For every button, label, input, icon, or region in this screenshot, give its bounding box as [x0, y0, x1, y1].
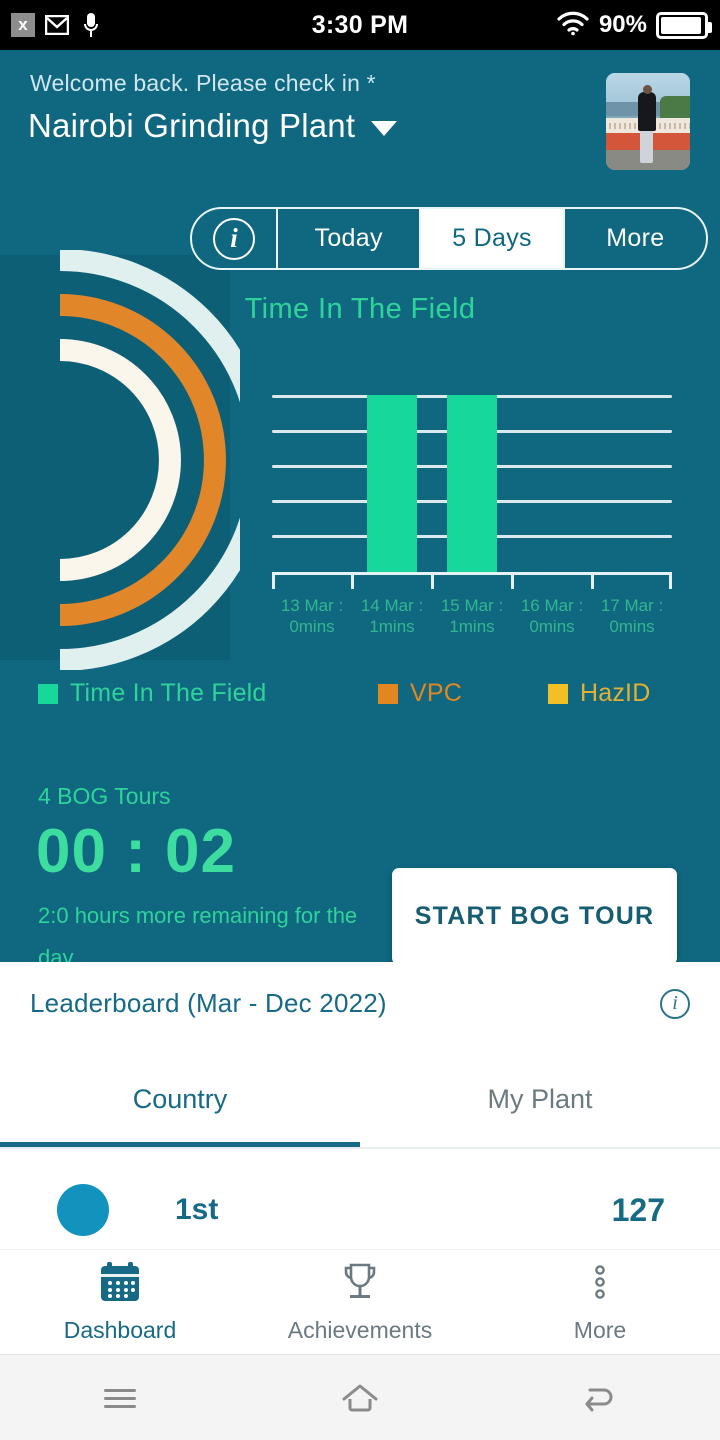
- x-tick-label: 15 Mar :1mins: [440, 596, 504, 636]
- dashboard-hero-panel: Welcome back. Please check in * Nairobi …: [0, 50, 720, 962]
- battery-icon: [656, 11, 712, 39]
- battery-percent-label: 90%: [598, 11, 647, 38]
- bog-tours-count: 4 BOG Tours: [38, 783, 171, 809]
- calendar-icon: [97, 1261, 143, 1310]
- status-bar-right-icons: 90%: [556, 10, 712, 41]
- bottom-navigation: Dashboard Achievements More: [0, 1249, 720, 1355]
- recents-icon[interactable]: [0, 1381, 240, 1415]
- leaderboard-rank: 1st: [175, 1193, 219, 1226]
- chart-x-axis: [272, 572, 672, 575]
- system-navigation-bar: [0, 1354, 720, 1440]
- start-bog-tour-button[interactable]: START BOG TOUR: [392, 868, 677, 962]
- welcome-message: Welcome back. Please check in *: [30, 70, 376, 96]
- remaining-hours-label: 2:0 hours more remaining for the day: [38, 903, 358, 962]
- tab-more[interactable]: More: [565, 209, 706, 268]
- bog-timer: 00 : 02: [36, 817, 237, 886]
- nav-label: Dashboard: [63, 1317, 177, 1343]
- chart-title: Time In The Field: [244, 293, 476, 325]
- back-icon[interactable]: [480, 1381, 720, 1415]
- status-bar: x 3:30 PM 90%: [0, 0, 720, 50]
- legend-item-vpc: VPC: [378, 679, 548, 708]
- nav-label: More: [573, 1317, 627, 1343]
- legend-label: Time In The Field: [70, 679, 267, 707]
- range-info-button[interactable]: i: [192, 209, 278, 268]
- x-tick-label: 16 Mar :0mins: [520, 596, 584, 636]
- chart-legend: Time In The Field VPC HazID: [38, 679, 686, 708]
- nav-item-more[interactable]: More: [480, 1261, 720, 1344]
- app-screen: x 3:30 PM 90% Welcome back. Please check…: [0, 0, 720, 1440]
- leaderboard-tabs[interactable]: Country My Plant: [0, 1072, 720, 1149]
- legend-label: VPC: [410, 679, 463, 707]
- plant-name-label: Nairobi Grinding Plant: [28, 107, 356, 144]
- leaderboard-title: Leaderboard (Mar - Dec 2022): [30, 988, 387, 1018]
- chevron-down-icon: [371, 121, 398, 136]
- tab-country[interactable]: Country: [0, 1072, 360, 1147]
- leaderboard-header: Leaderboard (Mar - Dec 2022) i: [30, 988, 690, 1019]
- info-icon: i: [213, 217, 255, 260]
- legend-item-time-in-the-field: Time In The Field: [38, 679, 378, 708]
- nav-item-dashboard[interactable]: Dashboard: [0, 1261, 240, 1344]
- home-icon[interactable]: [240, 1379, 480, 1417]
- legend-item-hazid: HazID: [548, 679, 650, 708]
- legend-swatch-icon: [378, 683, 398, 704]
- time-in-field-chart: 13 Mar :0mins 14 Mar :1mins 15 Mar :1min…: [272, 395, 672, 636]
- tab-today[interactable]: Today: [278, 209, 422, 268]
- wifi-icon: [556, 10, 590, 41]
- avatar: [57, 1184, 109, 1236]
- legend-swatch-icon: [38, 683, 58, 704]
- trophy-icon: [337, 1261, 383, 1310]
- x-tick-label: 14 Mar :1mins: [360, 596, 424, 636]
- chart-bar: [367, 395, 417, 572]
- leaderboard-score: 127: [611, 1191, 665, 1228]
- range-segmented-control[interactable]: i Today 5 Days More: [190, 207, 708, 270]
- x-tick-label: 17 Mar :0mins: [600, 596, 664, 636]
- chart-bar: [447, 395, 497, 572]
- chart-plot-area: [272, 395, 672, 572]
- x-tick-label: 13 Mar :0mins: [280, 596, 344, 636]
- more-vertical-icon: [577, 1261, 623, 1310]
- info-icon[interactable]: i: [660, 988, 690, 1019]
- legend-label: HazID: [580, 679, 651, 707]
- chart-x-labels: 13 Mar :0mins 14 Mar :1mins 15 Mar :1min…: [272, 595, 672, 637]
- tab-5-days[interactable]: 5 Days: [421, 209, 565, 268]
- legend-swatch-icon: [548, 683, 568, 704]
- nav-label: Achievements: [287, 1317, 433, 1343]
- tab-my-plant[interactable]: My Plant: [360, 1072, 720, 1147]
- leaderboard-row[interactable]: 1st 127: [0, 1170, 720, 1251]
- nav-item-achievements[interactable]: Achievements: [240, 1261, 480, 1344]
- plant-selector[interactable]: Nairobi Grinding Plant: [28, 107, 398, 145]
- avatar[interactable]: [606, 73, 690, 170]
